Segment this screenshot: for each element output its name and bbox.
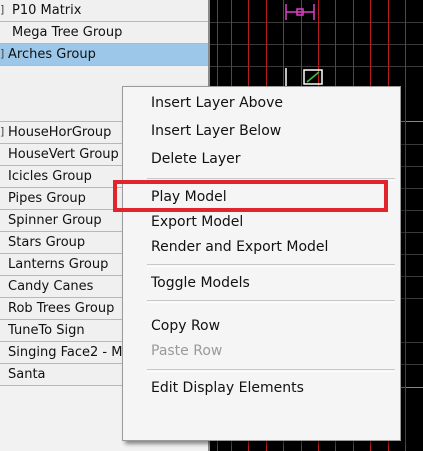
row-label: Spinner Group: [8, 213, 102, 228]
effect-block[interactable]: [280, 64, 340, 88]
row-label: Pipes Group: [8, 191, 86, 206]
menu-item-copy-row[interactable]: Copy Row: [151, 317, 220, 335]
row-mega-tree-group[interactable]: Mega Tree Group: [0, 22, 210, 44]
grid-row-line: [210, 44, 423, 45]
context-menu: Insert Layer Above Insert Layer Below De…: [122, 86, 401, 441]
row-label: Santa: [8, 367, 46, 382]
expand-toggle-icon[interactable]: ]: [0, 47, 8, 61]
menu-item-render-and-export-model[interactable]: Render and Export Model: [151, 238, 328, 256]
row-label: Arches Group: [8, 47, 96, 62]
annotation-highlight-box: [113, 180, 388, 212]
row-label: TuneTo Sign: [8, 323, 85, 338]
menu-item-toggle-models[interactable]: Toggle Models: [151, 274, 250, 292]
menu-item-edit-display-elements[interactable]: Edit Display Elements: [151, 379, 304, 397]
row-label: Candy Canes: [8, 279, 94, 294]
menu-separator: [147, 300, 395, 303]
menu-item-insert-layer-above[interactable]: Insert Layer Above: [151, 94, 283, 112]
row-p10-matrix[interactable]: ] P10 Matrix: [0, 0, 210, 22]
row-arches-group[interactable]: ] Arches Group: [0, 44, 210, 66]
expand-toggle-icon[interactable]: ]: [0, 125, 8, 139]
row-label: Stars Group: [8, 235, 86, 250]
menu-separator: [147, 369, 395, 372]
effect-block[interactable]: [270, 2, 330, 22]
row-label: Rob Trees Group: [8, 301, 115, 316]
row-label: Mega Tree Group: [12, 25, 123, 40]
row-label: P10 Matrix: [12, 3, 82, 18]
row-label: HouseHorGroup: [8, 125, 112, 140]
grid-row-line: [210, 22, 423, 23]
row-label: HouseVert Group: [8, 147, 119, 162]
timing-mark: [405, 0, 406, 451]
row-label: Lanterns Group: [8, 257, 109, 272]
menu-item-export-model[interactable]: Export Model: [151, 213, 243, 231]
menu-item-paste-row[interactable]: Paste Row: [151, 342, 222, 360]
menu-separator: [147, 264, 395, 267]
menu-item-delete-layer[interactable]: Delete Layer: [151, 150, 240, 168]
menu-item-insert-layer-below[interactable]: Insert Layer Below: [151, 122, 281, 140]
expand-toggle-icon[interactable]: ]: [0, 3, 8, 17]
row-label: Icicles Group: [8, 169, 92, 184]
